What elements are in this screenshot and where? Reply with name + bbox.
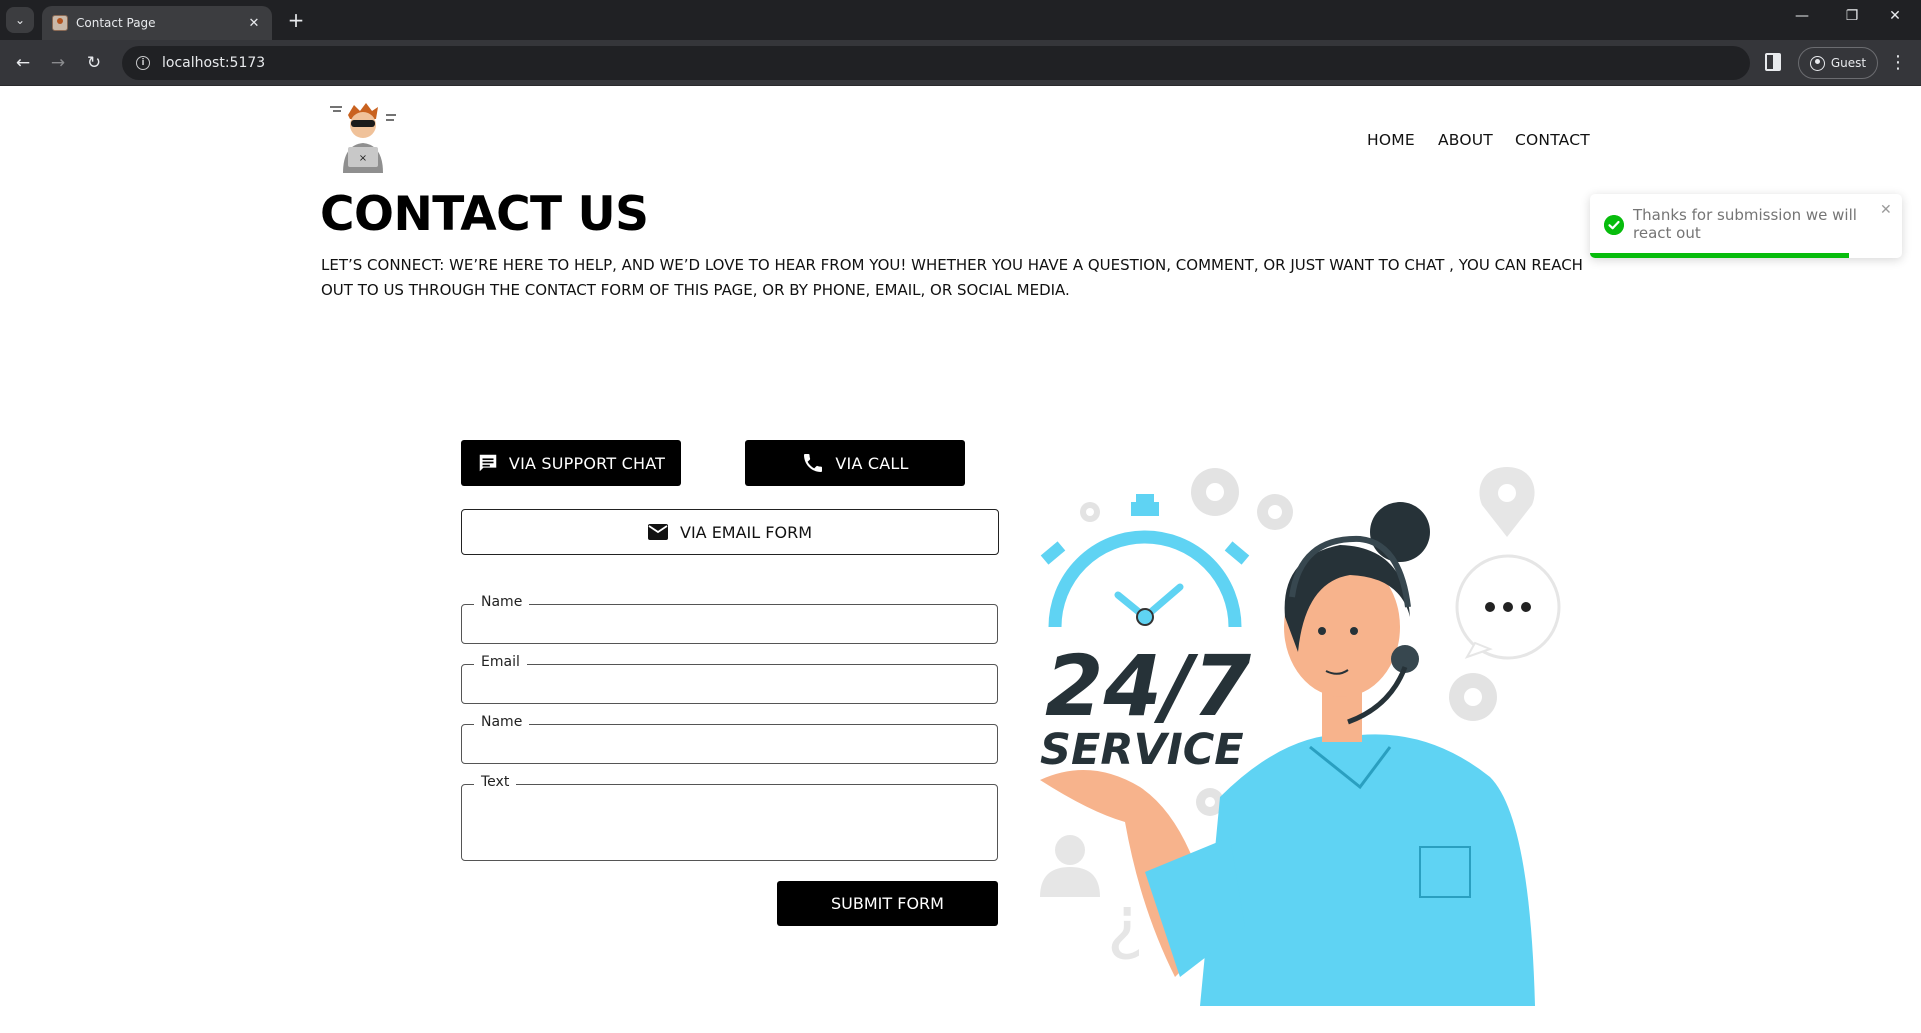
email-field-label: Email: [474, 654, 527, 670]
name-field[interactable]: Name: [461, 594, 998, 644]
toast-message: Thanks for submission we will react out: [1633, 206, 1857, 242]
nav-contact[interactable]: CONTACT: [1515, 131, 1590, 149]
tab-close-icon[interactable]: ✕: [246, 16, 262, 31]
tab-title: Contact Page: [76, 16, 156, 30]
svg-text:×: ×: [359, 153, 367, 164]
svg-text:?: ?: [1107, 890, 1144, 972]
text-field[interactable]: Text: [461, 774, 998, 861]
call-button[interactable]: VIA CALL: [745, 440, 965, 486]
call-label: VIA CALL: [835, 453, 909, 473]
nav-home[interactable]: HOME: [1367, 131, 1415, 149]
favicon-icon: [52, 15, 68, 31]
headline-service: SERVICE: [1040, 725, 1244, 775]
minimize-icon[interactable]: —: [1790, 8, 1814, 24]
toast-close-icon[interactable]: ✕: [1880, 202, 1892, 218]
back-icon[interactable]: ←: [10, 50, 36, 76]
restore-icon[interactable]: ❐: [1840, 8, 1864, 24]
headline-24-7: 24/7: [1045, 637, 1252, 735]
browser-tab-bar: ⌄ Contact Page ✕ + — ❐ ✕: [0, 0, 1921, 40]
info-icon[interactable]: i: [136, 56, 150, 70]
name-field-label: Name: [474, 594, 530, 610]
site-logo[interactable]: ×: [328, 101, 398, 173]
text-field-label: Text: [474, 774, 517, 790]
phone-icon: [804, 454, 823, 472]
guest-label: Guest: [1830, 56, 1867, 70]
intro-text: LET’S CONNECT: WE’RE HERE TO HELP, AND W…: [321, 256, 1583, 299]
new-tab-icon[interactable]: +: [284, 8, 308, 32]
browser-toolbar: ← → ↻ i localhost:5173 Guest ⋮: [0, 40, 1921, 86]
page-title: CONTACT US: [320, 187, 649, 242]
window-close-icon[interactable]: ✕: [1883, 8, 1907, 24]
url-text: localhost:5173: [162, 55, 266, 71]
submit-form-button[interactable]: SUBMIT FORM: [777, 881, 998, 926]
support-chat-label: VIA SUPPORT CHAT: [508, 453, 666, 473]
submit-label: SUBMIT FORM: [831, 894, 944, 913]
email-field[interactable]: Email: [461, 654, 998, 704]
nav-about[interactable]: ABOUT: [1438, 131, 1493, 149]
page: × HOME ABOUT CONTACT CONTACT US LET’S CO…: [0, 87, 1921, 1033]
browser-tab[interactable]: Contact Page ✕: [42, 6, 272, 40]
support-chat-button[interactable]: VIA SUPPORT CHAT: [461, 440, 681, 486]
success-toast[interactable]: Thanks for submission we will react out …: [1590, 194, 1902, 258]
reload-icon[interactable]: ↻: [81, 50, 107, 76]
chat-icon: [479, 454, 497, 472]
second-name-field[interactable]: Name: [461, 714, 998, 764]
guest-profile-button[interactable]: Guest: [1798, 47, 1878, 79]
guest-profile-icon: [1809, 55, 1825, 71]
toast-progress-bar: [1590, 253, 1849, 258]
tab-search-icon[interactable]: ⌄: [6, 7, 34, 33]
check-circle-icon: [1604, 215, 1624, 235]
email-form-button[interactable]: VIA EMAIL FORM: [461, 509, 999, 555]
address-bar[interactable]: i localhost:5173: [122, 46, 1750, 80]
email-form-label: VIA EMAIL FORM: [680, 522, 812, 542]
forward-icon[interactable]: →: [45, 50, 71, 76]
second-name-field-label: Name: [474, 714, 530, 730]
side-panel-icon[interactable]: [1765, 53, 1781, 71]
support-24-7-illustration: ? 24/7 SERVICE: [1040, 467, 1561, 1006]
browser-menu-icon[interactable]: ⋮: [1888, 50, 1908, 76]
mail-icon: [648, 524, 668, 540]
